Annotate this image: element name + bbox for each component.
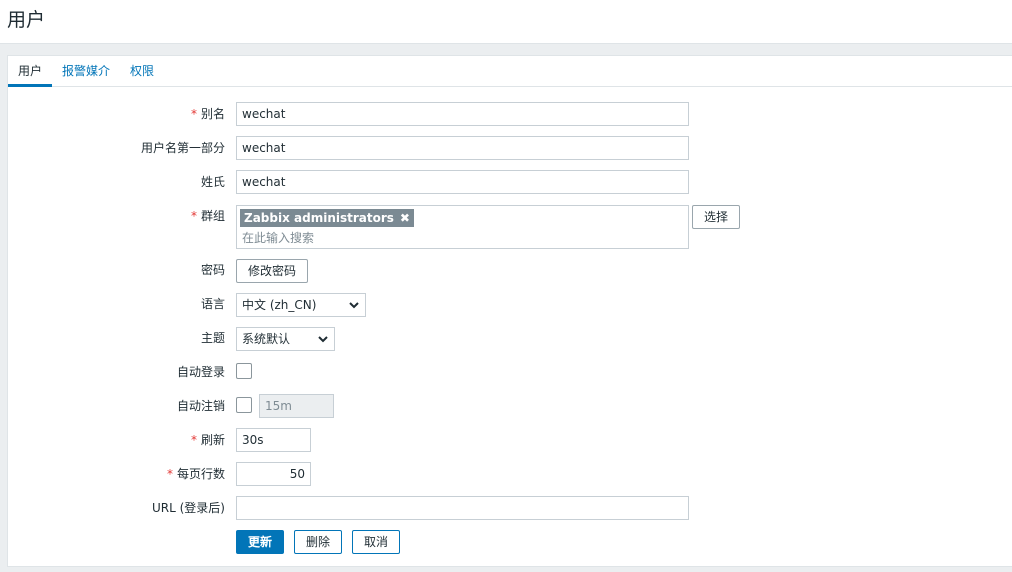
theme-label: 主题 [200, 331, 225, 345]
tab-bar: 用户 报警媒介 权限 [8, 56, 1012, 87]
autologout-checkbox[interactable] [236, 397, 252, 413]
name-input[interactable] [236, 136, 689, 160]
group-chip: Zabbix administrators ✖ [240, 209, 414, 227]
rows-per-page-label: * 每页行数 [166, 467, 225, 481]
groups-search-input[interactable] [242, 230, 672, 246]
refresh-input[interactable] [236, 428, 311, 452]
url-input[interactable] [236, 496, 689, 520]
language-select[interactable]: 中文 (zh_CN) [236, 293, 366, 317]
remove-chip-icon[interactable]: ✖ [400, 209, 410, 227]
url-label: URL (登录后) [152, 501, 225, 515]
tab-permissions[interactable]: 权限 [130, 64, 154, 78]
name-label: 用户名第一部分 [140, 141, 225, 155]
autologin-checkbox[interactable] [236, 363, 252, 379]
rows-per-page-input[interactable] [236, 462, 311, 486]
theme-select[interactable]: 系统默认 [236, 327, 335, 351]
cancel-button[interactable]: 取消 [352, 530, 400, 554]
select-groups-button[interactable]: 选择 [692, 205, 740, 229]
language-label: 语言 [200, 297, 225, 311]
active-tab-indicator [8, 84, 52, 87]
alias-input[interactable] [236, 102, 689, 126]
chevron-down-icon [349, 302, 359, 309]
autologout-input [259, 394, 334, 418]
autologin-label: 自动登录 [176, 365, 225, 379]
groups-multiselect[interactable]: Zabbix administrators ✖ [236, 205, 689, 249]
update-button[interactable]: 更新 [236, 530, 284, 554]
surname-input[interactable] [236, 170, 689, 194]
refresh-label: * 刷新 [190, 433, 225, 447]
password-label: 密码 [200, 263, 225, 277]
page-title: 用户 [7, 9, 46, 31]
autologout-label: 自动注销 [176, 399, 225, 413]
tab-media[interactable]: 报警媒介 [62, 64, 110, 78]
groups-label: * 群组 [190, 209, 225, 223]
chevron-down-icon [318, 336, 328, 343]
user-form-card: 用户 报警媒介 权限 *别名 用户名第一部分 姓氏 *群组 Zabbix adm… [7, 55, 1012, 567]
alias-label: * 别名 [190, 107, 225, 121]
page-header: 用户 [0, 0, 1012, 44]
surname-label: 姓氏 [200, 175, 225, 189]
tab-user[interactable]: 用户 [18, 64, 42, 78]
delete-button[interactable]: 删除 [294, 530, 342, 554]
change-password-button[interactable]: 修改密码 [236, 259, 308, 283]
